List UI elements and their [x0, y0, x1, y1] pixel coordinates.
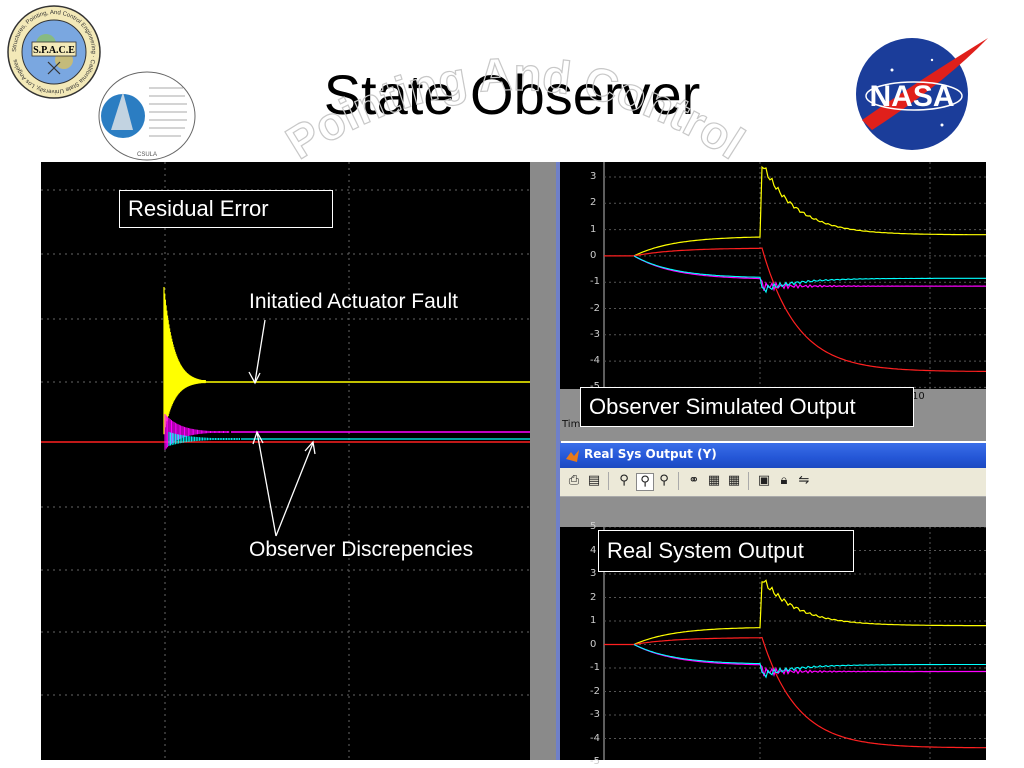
- lab-seal-logo: CSULA: [98, 71, 196, 161]
- observer-output-plot: 3210-1-2-3-4-5: [560, 162, 987, 392]
- print-icon[interactable]: ⎙: [566, 473, 582, 489]
- yellow-series: [633, 579, 986, 646]
- observer-output-label: Observer Simulated Output: [580, 387, 914, 427]
- y-tick-label: 0: [590, 638, 597, 650]
- print-preview-icon[interactable]: ▤: [586, 473, 602, 489]
- y-tick-label: -4: [590, 355, 600, 367]
- cyan-series: [633, 644, 986, 679]
- y-tick-label: 2: [590, 197, 597, 209]
- residual-error-label: Residual Error: [119, 190, 333, 228]
- window-spacer: [560, 497, 986, 527]
- residual-error-plot-svg: [41, 162, 531, 760]
- y-tick-label: 2: [590, 591, 597, 603]
- space-logo: S.P.A.C.E Structures, Pointing, And Cont…: [7, 5, 101, 99]
- signal-selector-icon[interactable]: ⇋: [796, 473, 812, 489]
- y-tick-label: -3: [590, 328, 600, 340]
- annotation-arrows: [248, 319, 316, 537]
- yellow-trace: [163, 287, 206, 435]
- nasa-logo: NASA: [856, 38, 988, 150]
- y-tick-label: 4: [590, 544, 597, 556]
- watermark: Pointing And Control: [276, 50, 754, 169]
- y-tick-label: -5: [590, 756, 600, 767]
- magenta-series: [633, 255, 987, 292]
- zoom-x-icon[interactable]: ⚲: [636, 473, 654, 491]
- red-series: [633, 247, 986, 372]
- y-tick-label: 3: [590, 568, 597, 579]
- y-tick-label: -3: [590, 709, 600, 720]
- zoom-y-icon[interactable]: ⚲: [656, 473, 672, 489]
- save-axes-icon[interactable]: ▦: [706, 473, 722, 489]
- lock-icon[interactable]: 🔒︎: [776, 473, 792, 489]
- window-title: Real Sys Output (Y): [584, 447, 717, 461]
- binoculars-icon[interactable]: ⚭: [686, 473, 702, 489]
- time-axis-partial: Tim: [562, 419, 581, 430]
- lab-seal-text: CSULA: [137, 152, 157, 158]
- svg-text:Pointing And Control: Pointing And Control: [277, 50, 754, 169]
- y-tick-label: 1: [590, 615, 597, 626]
- y-tick-label: 1: [590, 223, 597, 235]
- y-tick-label: 3: [590, 171, 597, 182]
- red-series: [633, 636, 986, 749]
- watermark-text: Pointing And Control: [276, 50, 754, 169]
- residual-error-plot: Residual Error Initatied Actuator Fault …: [41, 162, 531, 760]
- real-sys-output-window-titlebar[interactable]: Real Sys Output (Y): [560, 443, 986, 468]
- nasa-logo-text: NASA: [869, 80, 954, 113]
- y-tick-label: -1: [590, 276, 600, 288]
- fault-label: Initatied Actuator Fault: [249, 290, 458, 313]
- y-tick-label: 0: [590, 249, 597, 261]
- matlab-icon: [566, 450, 579, 462]
- observer-output-plot-svg: [560, 162, 987, 390]
- discrepancies-label: Observer Discrepencies: [249, 538, 474, 561]
- y-tick-label: 5: [590, 521, 597, 532]
- y-tick-label: -2: [590, 685, 600, 697]
- zoom-in-icon[interactable]: ⚲: [616, 473, 632, 489]
- scope-toolbar: ⎙ ▤ ⚲ ⚲ ⚲ ⚭ ▦ ▦ ▣ 🔒︎ ⇋: [560, 468, 986, 497]
- y-tick-label: -4: [590, 732, 600, 744]
- space-logo-text: S.P.A.C.E: [33, 45, 75, 56]
- y-tick-label: -2: [590, 302, 600, 314]
- real-system-output-label: Real System Output: [598, 530, 854, 572]
- parameters-icon[interactable]: ▣: [756, 473, 772, 489]
- magenta-trace: [164, 414, 230, 450]
- magenta-series: [633, 643, 986, 678]
- restore-axes-icon[interactable]: ▦: [726, 473, 742, 489]
- yellow-series: [633, 165, 986, 257]
- y-tick-label: -1: [590, 662, 600, 673]
